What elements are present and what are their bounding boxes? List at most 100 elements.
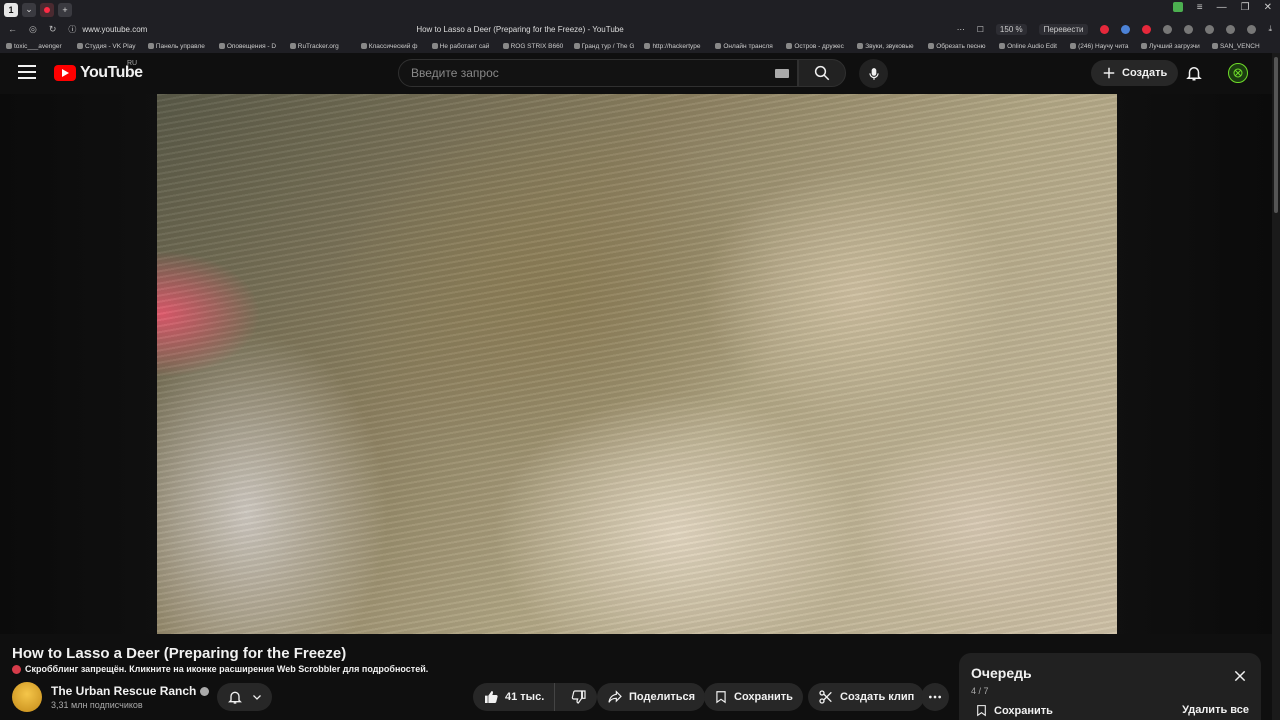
- bookmark-icon[interactable]: ☐: [977, 25, 984, 34]
- reload-icon[interactable]: ↻: [49, 24, 57, 35]
- bookmark-item[interactable]: Лучший загрузчи: [1141, 43, 1209, 50]
- dislike-button[interactable]: [561, 683, 597, 711]
- close-queue-icon[interactable]: [1233, 669, 1247, 683]
- bookmark-label: Оповещения - D: [226, 42, 277, 50]
- bookmark-item[interactable]: Остров - дружес: [786, 43, 854, 50]
- address-bar-tools: ⋯ ☐ 150 % Перевести ⤓: [957, 23, 1272, 35]
- account-avatar[interactable]: [1228, 63, 1248, 83]
- bookmark-item[interactable]: RuTracker.org: [289, 42, 358, 50]
- url-field[interactable]: ⓘ www.youtube.com: [68, 24, 318, 35]
- bookmark-item[interactable]: http://hackertype: [644, 43, 712, 50]
- more-options-icon[interactable]: ⋯: [957, 25, 965, 34]
- scrollbar-thumb[interactable]: [1274, 57, 1278, 213]
- bookmark-label: toxic___avenger: [14, 42, 62, 50]
- youtube-tab-icon: [44, 6, 50, 13]
- bookmark-item[interactable]: Онлайн трансля: [715, 43, 783, 50]
- bookmark-item[interactable]: Оповещения - D: [218, 42, 287, 50]
- bookmark-label: RuTracker.org: [297, 42, 339, 50]
- bookmark-item[interactable]: Обрезать песню: [928, 43, 996, 50]
- shield-icon[interactable]: [1163, 24, 1173, 34]
- channel-avatar[interactable]: [12, 682, 42, 712]
- bookmark-item[interactable]: Панель управле: [147, 43, 216, 50]
- bookmark-item[interactable]: SAN_VENCH: [1211, 42, 1280, 50]
- bell-icon: [227, 691, 242, 704]
- avatar-emblem-icon: [1233, 68, 1243, 78]
- keyboard-icon[interactable]: [775, 69, 789, 78]
- bookmark-item[interactable]: Online Audio Edit: [999, 43, 1067, 50]
- search-button[interactable]: [798, 59, 846, 87]
- youtube-logo[interactable]: YouTube RU: [54, 60, 143, 82]
- bookmark-item[interactable]: Не работает сай: [431, 42, 500, 50]
- bookmark-favicon-icon: [857, 43, 864, 49]
- extension-icon[interactable]: [1172, 2, 1183, 12]
- bookmark-item[interactable]: ROG STRIX B660: [502, 43, 571, 50]
- share-button[interactable]: Поделиться: [597, 683, 706, 711]
- clear-queue-button[interactable]: Удалить все: [1182, 704, 1249, 716]
- tab-counter[interactable]: 1: [4, 2, 18, 17]
- screenshot-icon[interactable]: [1247, 24, 1257, 34]
- back-icon[interactable]: ←: [8, 24, 17, 35]
- close-window-icon[interactable]: ✕: [1264, 2, 1272, 13]
- youtube-header: YouTube RU Создать: [0, 53, 1280, 94]
- adblock-icon[interactable]: [1100, 24, 1110, 34]
- like-dislike-group: 41 тыс.: [473, 683, 598, 711]
- bookmark-label: Остров - дружес: [794, 42, 844, 50]
- bookmark-label: Студия - VK Play: [84, 42, 136, 50]
- hamburger-menu-icon[interactable]: [18, 65, 36, 79]
- create-label: Создать: [1122, 67, 1168, 79]
- save-button[interactable]: Сохранить: [704, 683, 803, 711]
- bookmark-label: SAN_VENCH: [1219, 42, 1260, 50]
- bookmark-item[interactable]: (246) Научу чита: [1070, 43, 1138, 50]
- channel-name: The Urban Rescue Ranch: [51, 684, 197, 698]
- channel-name-link[interactable]: The Urban Rescue Ranch: [51, 684, 210, 698]
- bookmark-favicon-icon: [1070, 43, 1077, 49]
- bookmark-item[interactable]: Студия - VK Play: [76, 42, 145, 50]
- tab-menu-chevron-icon[interactable]: ⌄: [22, 2, 36, 17]
- bookmark-favicon-icon: [644, 43, 651, 49]
- extension-icon-6[interactable]: [1226, 24, 1236, 34]
- bookmark-favicon-icon: [1141, 43, 1147, 49]
- bookmark-item[interactable]: Классический ф: [360, 42, 429, 50]
- bookmark-favicon-icon: [573, 43, 580, 49]
- site-info-icon[interactable]: ⓘ: [68, 24, 76, 35]
- extension-icon-3[interactable]: [1142, 24, 1152, 34]
- page-scrollbar[interactable]: [1272, 53, 1280, 720]
- minimize-icon[interactable]: —: [1217, 2, 1227, 13]
- bookmark-item[interactable]: Гранд тур / The G: [573, 43, 642, 50]
- extension-icon-2[interactable]: [1121, 24, 1131, 34]
- bookmark-label: Обрезать песню: [936, 42, 986, 50]
- youtube-tab[interactable]: [40, 2, 54, 17]
- bookmark-item[interactable]: Звуки, звуковые: [857, 43, 925, 50]
- queue-save-button[interactable]: Сохранить: [975, 703, 1053, 718]
- video-title: How to Lasso a Deer (Preparing for the F…: [12, 645, 347, 662]
- bookmark-favicon-icon: [715, 43, 722, 49]
- subscription-notifications-button[interactable]: [217, 683, 272, 711]
- extensions-icon[interactable]: ◎: [29, 24, 37, 35]
- bookmark-label: Классический ф: [368, 42, 418, 50]
- queue-title: Очередь: [971, 665, 1032, 681]
- restore-icon[interactable]: ❐: [1241, 2, 1250, 13]
- search-input[interactable]: [411, 66, 751, 80]
- bookmark-favicon-icon: [218, 43, 225, 49]
- create-button[interactable]: Создать: [1091, 60, 1179, 86]
- extension-icon-4[interactable]: [1184, 24, 1194, 34]
- zoom-indicator[interactable]: 150 %: [995, 23, 1027, 35]
- more-actions-button[interactable]: [921, 683, 949, 711]
- new-tab-plus-icon[interactable]: +: [58, 2, 72, 17]
- extension-icon-5[interactable]: [1205, 24, 1215, 34]
- bookmark-item[interactable]: toxic___avenger: [6, 43, 74, 50]
- notifications-bell-icon[interactable]: [1185, 64, 1203, 82]
- like-count: 41 тыс.: [505, 691, 545, 703]
- video-player[interactable]: [157, 94, 1117, 634]
- download-icon[interactable]: ⤓: [1268, 24, 1272, 34]
- logo-region: RU: [127, 60, 138, 67]
- share-label: Поделиться: [629, 691, 696, 703]
- voice-search-button[interactable]: [859, 59, 888, 88]
- like-button[interactable]: 41 тыс.: [473, 683, 556, 711]
- browser-menu-icon[interactable]: ≡: [1197, 2, 1203, 13]
- bookmark-label: Не работает сай: [439, 42, 490, 50]
- translate-button[interactable]: Перевести: [1038, 23, 1089, 35]
- create-clip-button[interactable]: Создать клип: [808, 683, 925, 711]
- bookmark-label: (246) Научу чита: [1078, 42, 1129, 50]
- web-scrobbler-icon: [12, 664, 21, 674]
